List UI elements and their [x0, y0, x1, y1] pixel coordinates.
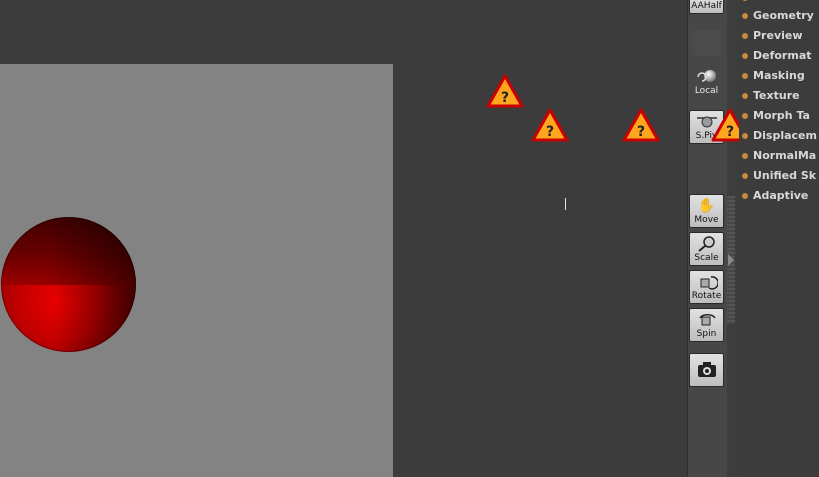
- menu-item-morph-target[interactable]: Morph Ta: [742, 106, 810, 126]
- warning-icon: ?: [622, 108, 660, 142]
- spin-button[interactable]: Spin: [689, 308, 724, 342]
- svg-text:?: ?: [637, 124, 645, 140]
- menu-item-masking[interactable]: Masking: [742, 66, 805, 86]
- menu-item-unified-skin[interactable]: Unified Sk: [742, 166, 816, 186]
- snapshot-button[interactable]: [689, 353, 724, 387]
- disabled-button: [692, 30, 722, 56]
- collapse-arrow-icon[interactable]: [728, 254, 734, 266]
- warning-icon: ?: [531, 108, 569, 142]
- menu-item-texture[interactable]: Texture: [742, 86, 800, 106]
- menu-item-displacement[interactable]: Displacem: [742, 126, 817, 146]
- local-button[interactable]: Local: [689, 66, 724, 98]
- move-button[interactable]: ✋ Move: [689, 194, 724, 228]
- camera-icon: [696, 354, 718, 384]
- menu-item-deformation[interactable]: Deformat: [742, 46, 812, 66]
- menu-item-normalmap[interactable]: NormalMa: [742, 146, 816, 166]
- red-sphere-model[interactable]: [1, 217, 136, 352]
- document-canvas[interactable]: [0, 64, 393, 477]
- scale-button[interactable]: Scale: [689, 232, 724, 266]
- magnifier-icon: [696, 233, 718, 254]
- aahalf-button[interactable]: AAHalf: [689, 0, 724, 14]
- spin-arrow-icon: [696, 309, 718, 330]
- menu-item-geometry[interactable]: Geometry: [742, 6, 814, 26]
- warning-icon: ?: [486, 74, 524, 108]
- svg-text:?: ?: [726, 124, 734, 140]
- rotate-button[interactable]: Rotate: [689, 270, 724, 304]
- svg-text:?: ?: [546, 124, 554, 140]
- hand-icon: ✋: [697, 197, 716, 214]
- palette-menu: Geometry Preview Deformat Masking Textur…: [739, 0, 819, 477]
- menu-item-adaptive[interactable]: Adaptive: [742, 186, 808, 206]
- top-bar-area: [0, 0, 687, 64]
- svg-text:?: ?: [501, 90, 509, 106]
- menu-item-preview[interactable]: Preview: [742, 26, 803, 46]
- text-cursor: [565, 198, 566, 210]
- rotate-arrow-icon: [696, 271, 718, 292]
- local-sphere-icon: [696, 68, 718, 87]
